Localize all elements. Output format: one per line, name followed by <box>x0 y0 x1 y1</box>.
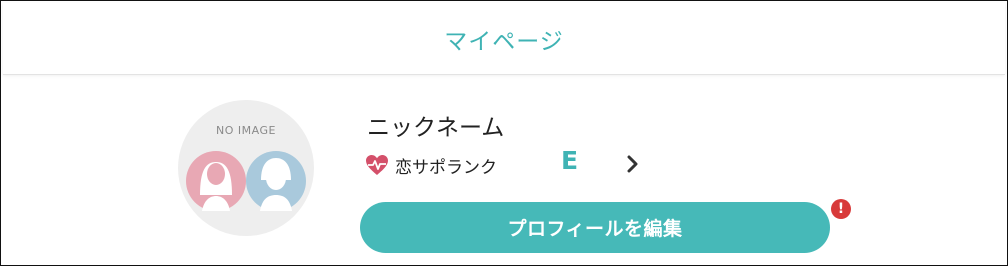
rank-label: 恋サポランク <box>395 157 497 178</box>
rank-row[interactable]: 恋サポランク <box>365 149 497 181</box>
heart-pulse-icon <box>366 155 388 175</box>
edit-profile-button[interactable]: プロフィールを編集 <box>360 202 830 253</box>
avatar-silhouettes <box>186 151 306 211</box>
header: マイページ <box>3 3 1005 75</box>
female-silhouette-icon <box>186 151 246 211</box>
chevron-right-icon[interactable] <box>624 152 642 176</box>
rank-value: E <box>561 146 579 175</box>
page-title: マイページ <box>444 28 564 55</box>
avatar[interactable]: NO IMAGE <box>178 100 314 236</box>
male-silhouette-icon <box>246 151 306 211</box>
nickname: ニックネーム <box>367 115 505 141</box>
alert-badge: ! <box>831 199 851 219</box>
